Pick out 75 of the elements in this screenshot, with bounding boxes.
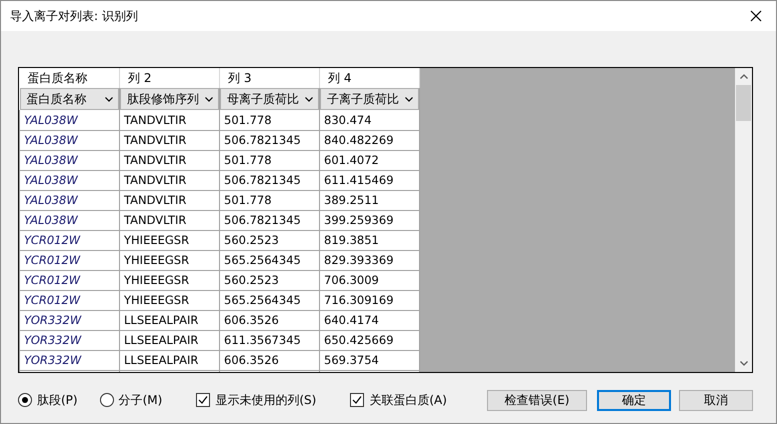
table-cell: 830.474 xyxy=(320,110,420,130)
table-cell: TANDVLTIR xyxy=(120,150,220,170)
table-cell: YOR332W xyxy=(20,330,120,350)
table-cell: YAL038W xyxy=(20,210,120,230)
close-icon[interactable] xyxy=(750,10,762,22)
table-cell: 819.3851 xyxy=(320,230,420,250)
table-cell: 565.2564345 xyxy=(220,290,320,310)
table-cell: 501.778 xyxy=(220,150,320,170)
table-cell: 501.778 xyxy=(220,110,320,130)
caret-icon xyxy=(405,96,413,102)
table-cell: YHIEEEGSR xyxy=(120,270,220,290)
table-cell: 840.482269 xyxy=(320,130,420,150)
caret-icon xyxy=(305,96,313,102)
table-cell: 640.4174 xyxy=(320,310,420,330)
table-cell: 606.3526 xyxy=(220,310,320,330)
table-cell: TANDVLTIR xyxy=(120,210,220,230)
scrollbar[interactable] xyxy=(735,68,752,372)
table-cell: 565.2564345 xyxy=(220,250,320,270)
table-cell: 716.309169 xyxy=(320,290,420,310)
dialog-button[interactable]: 取消 xyxy=(679,390,753,410)
table-cell: YHIEEEGSR xyxy=(120,290,220,310)
table-cell: 560.2523 xyxy=(220,270,320,290)
table-cell: 601.4072 xyxy=(320,150,420,170)
table-cell: YAL038W xyxy=(20,130,120,150)
table-cell: YCR012W xyxy=(20,290,120,310)
table-cell: YHIEEEGSR xyxy=(120,250,220,270)
table-cell: YAL038W xyxy=(20,150,120,170)
radio-button[interactable]: 分子(M) xyxy=(100,392,162,408)
table-cell: YAL038W xyxy=(20,190,120,210)
window-title: 导入离子对列表: 识别列 xyxy=(10,8,138,24)
table-cell: 829.393369 xyxy=(320,250,420,270)
table-cell: TANDVLTIR xyxy=(120,170,220,190)
radio-button[interactable]: 肽段(P) xyxy=(18,392,78,408)
checkbox[interactable]: 显示未使用的列(S) xyxy=(196,392,316,408)
table-cell: YHIEEEGSR xyxy=(120,230,220,250)
table-cell: 650.425669 xyxy=(320,330,420,350)
scroll-thumb[interactable] xyxy=(736,85,751,121)
scroll-down-icon[interactable] xyxy=(740,361,748,366)
checkbox[interactable]: 关联蛋白质(A) xyxy=(350,392,447,408)
table-cell: YCR012W xyxy=(20,270,120,290)
dialog-button[interactable]: 确定 xyxy=(597,390,671,410)
table-cell: YAL038W xyxy=(20,170,120,190)
column-type-dropdown[interactable]: 蛋白质名称 xyxy=(20,88,119,110)
column-type-dropdown[interactable]: 肽段修饰序列 xyxy=(120,88,219,110)
dialog-button[interactable]: 检查错误(E) xyxy=(487,390,587,410)
column-type-dropdown[interactable]: 母离子质荷比 xyxy=(220,88,319,110)
table-cell: 506.7821345 xyxy=(220,210,320,230)
table-cell: 506.7821345 xyxy=(220,130,320,150)
column-type-dropdown[interactable]: 子离子质荷比 xyxy=(320,88,419,110)
table-cell: YOR332W xyxy=(20,310,120,330)
table-cell: YCR012W xyxy=(20,230,120,250)
table-cell: 560.2523 xyxy=(220,230,320,250)
caret-icon xyxy=(205,96,213,102)
caret-icon xyxy=(105,96,113,102)
table-cell: 501.778 xyxy=(220,190,320,210)
check-icon xyxy=(352,395,362,405)
table-cell: LLSEEALPAIR xyxy=(120,330,220,350)
table-cell: YOR332W xyxy=(20,350,120,370)
table-cell: TANDVLTIR xyxy=(120,130,220,150)
table-cell: 506.7821345 xyxy=(220,170,320,190)
table-cell: YAL038W xyxy=(20,110,120,130)
table-cell: LLSEEALPAIR xyxy=(120,310,220,330)
table-cell: YCR012W xyxy=(20,250,120,270)
table-cell: 611.415469 xyxy=(320,170,420,190)
table-cell: TANDVLTIR xyxy=(120,110,220,130)
table-cell: 399.259369 xyxy=(320,210,420,230)
table-cell: 706.3009 xyxy=(320,270,420,290)
check-icon xyxy=(198,395,208,405)
table-cell: 389.2511 xyxy=(320,190,420,210)
table-cell: LLSEEALPAIR xyxy=(120,350,220,370)
table-cell: 611.3567345 xyxy=(220,330,320,350)
table-cell: 606.3526 xyxy=(220,350,320,370)
table-cell: 569.3754 xyxy=(320,350,420,370)
table-cell: TANDVLTIR xyxy=(120,190,220,210)
scroll-up-icon[interactable] xyxy=(740,74,748,79)
